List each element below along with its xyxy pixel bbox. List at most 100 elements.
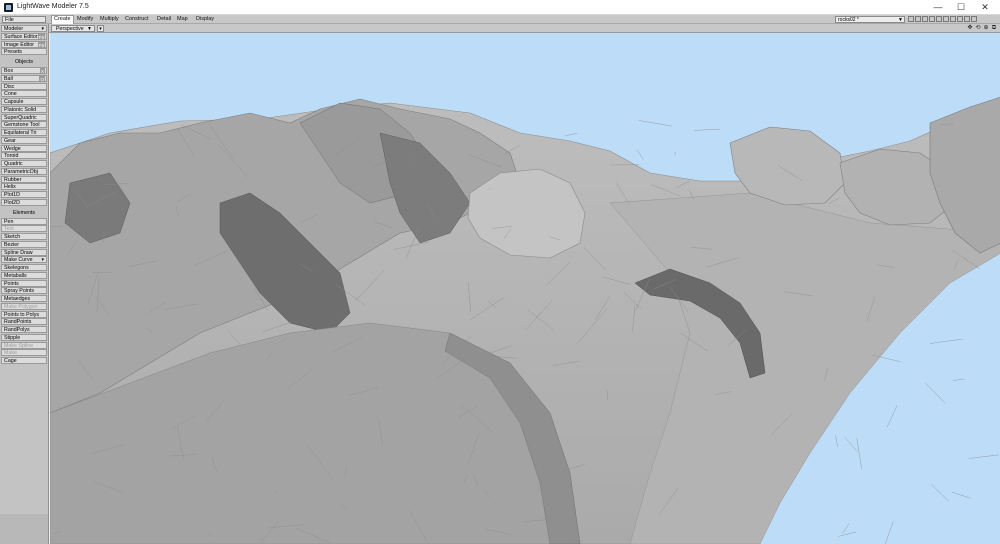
tool-button-label: Disc [4,83,15,90]
tool-button-equilateral-tri[interactable]: Equilateral Tri [1,129,47,136]
viewport-nav-icons: ✥ ⟲ ⊕ ⧉ [966,25,998,32]
tool-button-make-polygon[interactable]: Make Polygon [1,302,47,310]
tool-button-gemstone-tool[interactable]: Gemstone Tool [1,121,47,129]
layer-cell[interactable] [915,16,921,22]
tool-button-parametricobj[interactable]: ParametricObj [1,167,47,175]
tool-button-points[interactable]: Points [1,279,47,287]
tool-button-presets[interactable]: Presets [1,48,47,56]
tool-button-toroid[interactable]: Toroid [1,152,47,160]
tool-button-bezier[interactable]: Bezier [1,240,47,248]
tool-button-label: Stipple [4,334,21,341]
tool-button-surface-editor[interactable]: Surface Editor F5 [1,32,47,40]
close-button[interactable]: ✕ [974,1,996,13]
tool-button-ball[interactable]: Ball O [1,74,47,82]
layer-cell[interactable] [936,16,942,22]
tool-button-label: Pen [4,218,14,225]
tool-button-plot1d[interactable]: Plot1D [1,191,47,198]
tool-button-make-spline[interactable]: Make Spline [1,341,47,349]
tool-button-box[interactable]: Box X [1,67,47,74]
tool-button-skelegons[interactable]: Skelegons [1,264,47,271]
layer-cell[interactable] [950,16,956,22]
layer-cell[interactable] [929,16,935,22]
tool-button-text[interactable]: Text [1,225,47,233]
tool-button-spline-draw[interactable]: Spline Draw [1,248,47,256]
move-view-icon[interactable]: ✥ [966,25,974,32]
tool-button-sketch[interactable]: Sketch [1,233,47,240]
tool-button-capsule[interactable]: Capsule [1,98,47,105]
tool-button-cone[interactable]: Cone [1,90,47,98]
section-header: Elements [1,209,47,217]
layer-cell[interactable] [971,16,977,22]
tool-button-rubber[interactable]: Rubber [1,175,47,183]
layer-cell[interactable] [922,16,928,22]
viewport-mode-select[interactable]: Perspective ▼ [51,25,95,32]
tool-button-label: Skelegons [4,265,29,271]
layer-cell[interactable] [943,16,949,22]
tool-button-stipple[interactable]: Stipple [1,333,47,341]
tool-button-randpolys[interactable]: RandPolys [1,326,47,333]
tab-construct[interactable]: Construct [123,16,151,23]
tab-create[interactable]: Create [51,15,74,24]
tool-button-disc[interactable]: Disc [1,82,47,90]
mesh-edge [856,438,862,470]
tool-button-label: Make [4,350,17,357]
tool-button-make-curve[interactable]: Make Curve ▾ [1,256,47,264]
tool-button-cage[interactable]: Cage [1,357,47,364]
viewport-options-button[interactable]: ▾ [97,25,104,32]
tool-button-superquadric[interactable]: SuperQuadric [1,113,47,121]
object-layer-select[interactable]: rocks02 * ▼ [835,16,905,23]
tool-button-spray-points[interactable]: Spray Points [1,287,47,295]
tab-modify[interactable]: Modify [75,16,95,23]
tool-button-label: Equilateral Tri [4,130,37,136]
mesh-edge [885,521,894,544]
zoom-view-icon[interactable]: ⊕ [982,25,990,32]
window-title: LightWave Modeler 7.5 [17,3,89,10]
file-menu-button[interactable]: File [2,16,46,23]
maximize-button[interactable]: ☐ [950,1,972,13]
section-header-label: Objects [15,59,33,65]
minimize-button[interactable]: — [927,1,949,13]
tool-button-points-to-polys[interactable]: Points to Polys [1,310,47,318]
maximize-view-icon[interactable]: ⧉ [990,25,998,32]
tool-button-pen[interactable]: Pen [1,217,47,225]
tool-button-label: Ball [4,75,13,82]
section-header: Objects [1,59,47,66]
layer-cells [908,16,978,23]
tab-multiply[interactable]: Multiply [98,16,121,23]
app-logo-icon [4,3,13,12]
mesh-edge [842,523,850,534]
tool-button-make[interactable]: Make [1,349,47,357]
tool-button-label: Spline Draw [4,249,33,256]
layer-cell[interactable] [964,16,970,22]
perspective-viewport[interactable] [49,33,1000,544]
viewport-header: Perspective ▼ ▾ ✥ ⟲ ⊕ ⧉ [49,24,1000,33]
tab-map[interactable]: Map [175,16,190,23]
shortcut-badge: F5 [37,33,45,40]
mesh-edge [636,149,644,160]
rotate-view-icon[interactable]: ⟲ [974,25,982,32]
tool-button-label: Cone [4,91,17,98]
shortcut-badge: X [39,68,45,74]
sidebar-empty-area [0,514,48,544]
mesh-edge [835,435,838,447]
layer-cell[interactable] [957,16,963,22]
tool-button-plot2d[interactable]: Plot2D [1,198,47,206]
tool-button-metaedges[interactable]: Metaedges [1,295,47,302]
tab-display[interactable]: Display [194,16,216,23]
tool-button-image-editor[interactable]: Image Editor F6 [1,40,47,48]
tool-button-helix[interactable]: Helix [1,183,47,191]
tool-button-quadric[interactable]: Quadric [1,160,47,167]
tool-button-metaballs[interactable]: Metaballs [1,271,47,279]
tool-button-platonic-solid[interactable]: Platonic Solid [1,105,47,113]
tool-button-label: Metaedges [4,296,31,302]
tool-button-label: Plot2D [4,199,20,206]
section-header-label: Elements [12,209,36,216]
tool-button-wedge[interactable]: Wedge [1,144,47,152]
tab-detail[interactable]: Detail [155,16,173,23]
tool-button-label: Plot1D [4,192,20,198]
tool-button-randpoints[interactable]: RandPoints [1,318,47,326]
tool-button-modeler[interactable]: Modeler ▾ [1,25,47,32]
layer-cell[interactable] [908,16,914,22]
mesh-edge [968,454,999,459]
tool-button-gear[interactable]: Gear [1,136,47,144]
